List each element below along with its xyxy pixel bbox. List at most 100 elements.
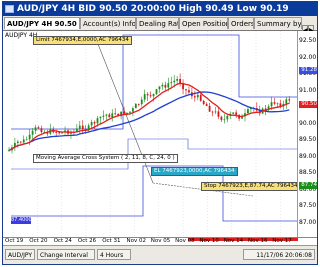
candle-body <box>232 112 235 114</box>
candle-body <box>90 122 93 126</box>
candle-body <box>111 113 114 118</box>
candle-body <box>158 86 161 90</box>
candle-body <box>140 99 143 105</box>
tab-account-information[interactable]: Account(s) Information <box>80 17 136 29</box>
candle-body <box>214 111 217 113</box>
candle-body <box>179 79 181 84</box>
time-tick-label: Nov 08 <box>175 238 195 244</box>
candle-body <box>40 128 43 133</box>
price-tick-label: 90.00 <box>299 119 317 127</box>
candle-body <box>31 130 34 135</box>
candle-body <box>285 99 288 104</box>
candle-body <box>188 90 190 93</box>
candle-body <box>37 127 40 129</box>
status-timestamp: 11/17/06 20:06:08 <box>243 249 315 260</box>
change-interval-button[interactable]: Change Interval <box>37 249 95 260</box>
moving-average-label[interactable]: Moving Average Cross System ( 2, 11, 8, … <box>33 154 178 163</box>
candle-body <box>22 139 25 143</box>
candle-body <box>149 95 152 97</box>
candle-body <box>55 132 58 134</box>
candle-body <box>196 94 199 98</box>
status-bar: AUD/JPY Change Interval 4 Hours 11/17/06… <box>3 245 317 264</box>
candle-body <box>25 139 28 141</box>
price-marker-small: 87.4000 <box>11 217 32 224</box>
candle-body <box>205 104 208 106</box>
time-tick-label: Oct 19 <box>5 238 24 244</box>
price-marker-box: 91.28 <box>299 67 317 74</box>
stop-order-label[interactable]: Stop 7467923,E,87.74,AC 796434 <box>201 182 301 191</box>
time-tick-label: Oct 20 <box>29 238 48 244</box>
candle-body <box>199 94 202 101</box>
candle-body <box>276 103 279 105</box>
candle-body <box>93 122 96 124</box>
time-tick-label: Nov 05 <box>150 238 171 244</box>
price-chart[interactable]: AUDJPY 4H Limit 7467934,E,0000,AC 796434… <box>3 31 317 237</box>
chart-grid <box>12 31 281 237</box>
candle-body <box>247 109 249 114</box>
price-tick-label: 92.00 <box>299 53 317 61</box>
candle-body <box>108 114 111 118</box>
candle-body <box>78 125 81 129</box>
tab-open-positions[interactable]: Open Positions <box>179 17 228 29</box>
window-title: AUD/JPY 4H BID 90.50 20:00:00 High 90.49… <box>17 4 289 14</box>
candle-body <box>146 94 149 96</box>
candle-body <box>170 82 173 84</box>
moving-average-fast <box>8 82 290 151</box>
candle-body <box>132 108 134 112</box>
price-tick-label: 91.00 <box>299 86 317 94</box>
candle-body <box>273 102 276 104</box>
limit-order-label[interactable]: Limit 7467934,E,0000,AC 796434 <box>33 36 132 45</box>
candle-body <box>129 111 131 113</box>
range-line-upper <box>11 34 298 130</box>
candle-body <box>164 84 167 88</box>
price-tick-label: 92.50 <box>299 37 317 44</box>
candle-body <box>96 118 99 124</box>
tab-chart[interactable]: AUD/JPY 4H 90.50 20:00:00 <box>4 17 80 29</box>
candle-body <box>223 119 226 121</box>
candle-body <box>134 103 137 109</box>
candle-body <box>152 93 155 97</box>
price-tick-label: 87.00 <box>299 218 317 226</box>
candle-body <box>28 134 31 140</box>
time-tick-label: Nov 10 <box>199 238 219 244</box>
candle-body <box>185 89 187 91</box>
candle-body <box>220 116 223 120</box>
candle-body <box>235 112 238 115</box>
tab-dealing-rates[interactable]: Dealing Rates <box>136 17 179 29</box>
candle-body <box>99 116 102 119</box>
candle-body <box>137 103 140 105</box>
tab-orders[interactable]: Orders <box>228 17 254 29</box>
candle-body <box>105 114 108 116</box>
title-bar[interactable]: AUD/JPY 4H BID 90.50 20:00:00 High 90.49… <box>3 2 317 16</box>
price-marker-box: 90.50 <box>299 101 317 108</box>
tab-bar: AUD/JPY 4H 90.50 20:00:00 Account(s) Inf… <box>3 16 317 35</box>
candle-body <box>34 127 37 131</box>
tab-scroll-arrows: ◀▶ <box>302 17 316 35</box>
candle-body <box>102 115 105 117</box>
time-tick-label: Oct 24 <box>53 238 72 244</box>
tab-summary[interactable]: Summary by Ac <box>254 17 302 29</box>
candle-body <box>143 94 146 100</box>
symbol-selector[interactable]: AUD/JPY <box>5 249 35 260</box>
price-tick-label: 89.50 <box>299 136 317 143</box>
time-tick-label: Nov 16 <box>248 238 268 244</box>
candle-body <box>193 96 196 98</box>
candle-body <box>167 83 170 88</box>
time-tick-label: Oct 31 <box>102 238 121 244</box>
price-tick-label: 88.50 <box>299 169 317 176</box>
price-tick-label: 89.00 <box>299 152 317 160</box>
price-axis[interactable]: 92.5092.0091.5091.0090.5090.0089.5089.00… <box>297 31 317 237</box>
candle-body <box>288 99 291 101</box>
candle-body <box>114 113 117 115</box>
take-profit-label[interactable]: EL 7467923,0000,AC 796434 <box>151 167 238 176</box>
interval-selector[interactable]: 4 Hours <box>97 249 131 260</box>
candle-body <box>16 141 19 144</box>
candle-body <box>202 100 205 105</box>
candle-body <box>270 102 273 107</box>
time-tick-label: Nov 14 <box>223 238 244 244</box>
candle-body <box>161 84 164 87</box>
candle-body <box>211 111 214 113</box>
price-tick-label: 87.50 <box>299 202 317 209</box>
candle-body <box>173 80 176 83</box>
candle-body <box>81 125 84 130</box>
